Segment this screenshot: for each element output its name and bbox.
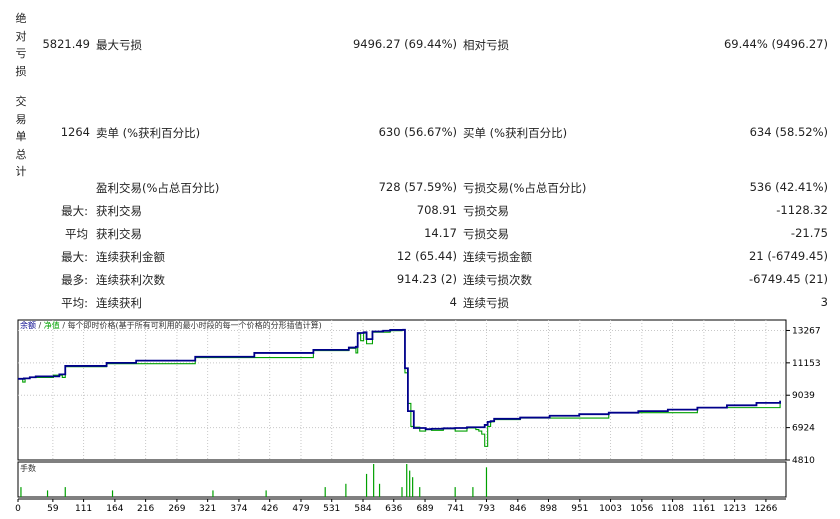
x-tick-label: 1161 (692, 504, 715, 514)
row-left-value: 708.91 (416, 203, 457, 217)
legend-balance: 余额 (20, 320, 36, 330)
row-right-value: -6749.45 (21) (749, 272, 828, 286)
row-prefix: 最大: (61, 204, 88, 218)
x-tick-label: 479 (292, 504, 309, 514)
side-char: 绝 (15, 12, 27, 25)
chart-svg: 13267 11153 9039 6924 4810 0 59 111 164 216 269 32… (15, 319, 821, 514)
x-tick-label: 1108 (661, 504, 684, 514)
row-left-value: 12 (65.44) (396, 249, 457, 263)
loss-trades-value: 536 (42.41%) (749, 180, 828, 194)
long-positions-label: 买单 (%获利百分比) (463, 126, 568, 140)
row-left-label: 获利交易 (96, 227, 142, 241)
row-prefix: 平均 (65, 227, 88, 241)
row-left-label: 获利交易 (96, 204, 142, 218)
row-right-value: -1128.32 (776, 203, 828, 217)
row-left-label: 连续获利 (96, 296, 142, 310)
x-tick-label: 164 (106, 504, 123, 514)
side-char: 对 (15, 29, 27, 43)
row-right-label: 连续亏损金额 (463, 250, 532, 264)
x-tick-label: 426 (261, 504, 278, 514)
long-positions-value: 634 (58.52%) (749, 125, 828, 139)
legend-separator: / (36, 321, 44, 330)
y-tick-label: 13267 (792, 326, 821, 336)
x-tick-label: 584 (354, 504, 371, 514)
row-prefix: 最多: (61, 273, 88, 287)
loss-trades-label: 亏损交易(%占总百分比) (463, 181, 587, 195)
side-char: 损 (15, 64, 27, 78)
profit-trades-label: 盈利交易(%占总百分比) (96, 181, 220, 195)
row-left-label: 连续获利次数 (96, 273, 165, 287)
x-tick-label: 1003 (599, 504, 622, 514)
row-right-value: 3 (820, 295, 828, 309)
y-tick-label: 9039 (792, 391, 815, 401)
row-right-label: 连续亏损 (463, 296, 509, 310)
x-tick-label: 0 (15, 504, 21, 514)
x-tick-label: 793 (478, 504, 495, 514)
row-right-label: 连续亏损次数 (463, 273, 532, 287)
x-tick-label: 898 (540, 504, 557, 514)
relative-drawdown-value: 69.44% (9496.27) (723, 37, 828, 51)
main-panel-frame (17, 319, 787, 461)
row-right-value: -21.75 (790, 226, 828, 240)
max-drawdown-value: 9496.27 (69.44%) (352, 37, 457, 51)
x-tick-label: 636 (385, 504, 402, 514)
absolute-drawdown-value: 5821.49 (42, 37, 90, 51)
legend-equity: 净值 (44, 320, 60, 330)
row-left-value: 14.17 (424, 226, 457, 240)
x-tick-label: 741 (447, 504, 464, 514)
x-tick-label: 531 (323, 504, 340, 514)
max-drawdown-label: 最大亏损 (96, 38, 142, 52)
x-tick-label: 1056 (630, 504, 653, 514)
row-right-label: 亏损交易 (463, 204, 509, 218)
balance-equity-chart: 13267 11153 9039 6924 4810 0 59 111 164 216 269 32… (0, 317, 840, 519)
side-char: 总 (15, 147, 27, 161)
x-tick-label: 59 (47, 504, 59, 514)
svg-text:余额 / 净值 / 每个即时价格(基于所有可利用的最小时段的: 余额 / 净值 / 每个即时价格(基于所有可利用的最小时段的每一个价格的分形插值… (20, 320, 322, 330)
profit-trades-value: 728 (57.59%) (378, 180, 457, 194)
x-tick-label: 374 (230, 504, 247, 514)
total-trades-value: 1264 (60, 125, 90, 139)
x-tick-label: 951 (571, 504, 588, 514)
side-char: 交 (15, 95, 27, 108)
row-prefix: 平均: (61, 296, 88, 310)
x-tick-label: 269 (168, 504, 185, 514)
row-right-value: 21 (-6749.45) (749, 249, 828, 263)
row-left-value: 4 (449, 295, 457, 309)
row-prefix: 最大: (61, 250, 88, 264)
x-tick-label: 321 (199, 504, 216, 514)
absolute-drawdown-side-label: 绝 对 亏 损 (14, 10, 28, 80)
short-positions-label: 卖单 (%获利百分比) (96, 126, 201, 140)
row-left-label: 连续获利金额 (96, 250, 165, 264)
side-char: 计 (15, 165, 27, 178)
y-tick-label: 11153 (792, 359, 821, 369)
side-char: 单 (15, 130, 27, 143)
y-tick-label: 4810 (792, 456, 815, 466)
row-right-label: 亏损交易 (463, 227, 509, 241)
short-positions-value: 630 (56.67%) (378, 125, 457, 139)
x-tick-label: 689 (416, 504, 433, 514)
row-left-value: 914.23 (2) (396, 272, 457, 286)
x-tick-label: 846 (509, 504, 526, 514)
y-tick-label: 6924 (792, 424, 815, 434)
x-tick-label: 216 (137, 504, 154, 514)
side-char: 易 (15, 112, 27, 126)
volume-label: 手数 (20, 463, 36, 473)
side-char: 亏 (15, 47, 27, 60)
x-tick-label: 1213 (723, 504, 746, 514)
total-trades-side-label: 交 易 单 总 计 (14, 93, 28, 181)
legend-description: / 每个即时价格(基于所有可利用的最小时段的每一个价格的分形插值计算) (60, 320, 322, 330)
relative-drawdown-label: 相对亏损 (463, 38, 509, 52)
x-tick-label: 111 (75, 504, 92, 514)
x-tick-label: 1266 (754, 504, 777, 514)
